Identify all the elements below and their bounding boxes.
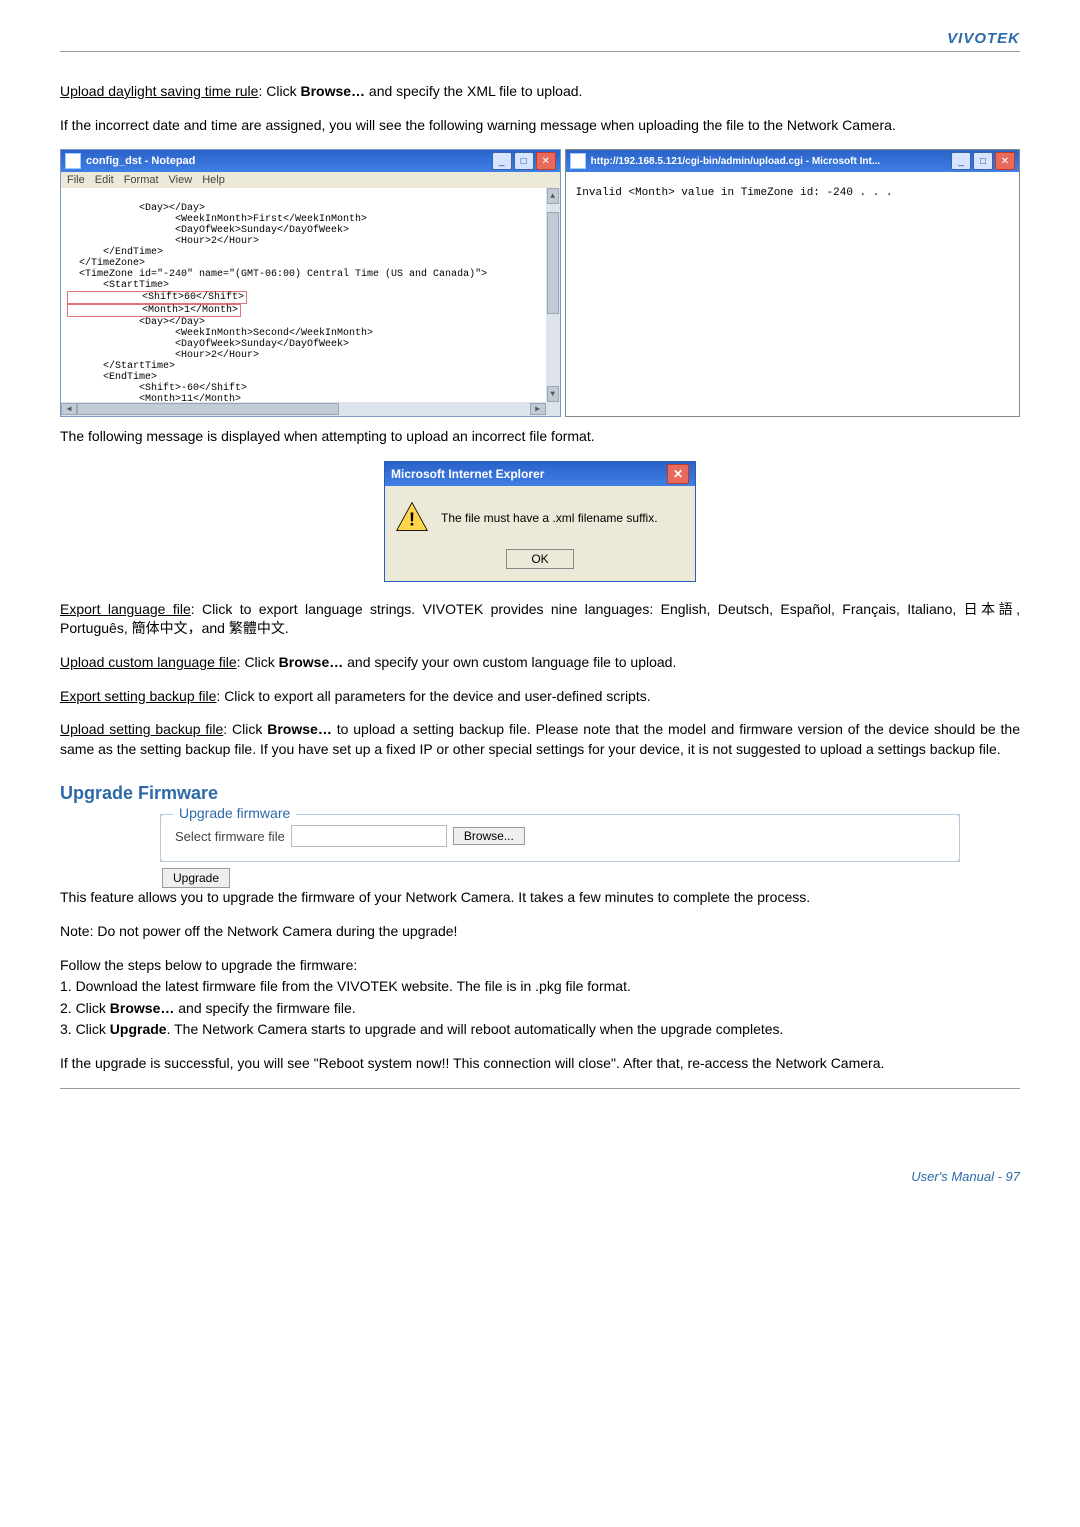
footer-text: User's Manual - — [911, 1169, 1005, 1184]
text: : Click to export language strings. VIVO… — [60, 601, 1020, 637]
scroll-corner — [546, 402, 560, 416]
text: : Click to export all parameters for the… — [216, 688, 650, 704]
ie-error-window: http://192.168.5.121/cgi-bin/admin/uploa… — [565, 149, 1020, 417]
para-upload-backup: Upload setting backup file: Click Browse… — [60, 720, 1020, 759]
text: and specify the XML file to upload. — [365, 83, 582, 99]
section-upgrade-firmware: Upgrade Firmware — [60, 783, 1020, 804]
para-export-language: Export language file: Click to export la… — [60, 600, 1020, 639]
highlight-shift: <Shift>60</Shift> — [67, 291, 247, 304]
bottom-divider — [60, 1088, 1020, 1089]
text: : Click — [237, 654, 279, 670]
text: . The Network Camera starts to upgrade a… — [167, 1021, 784, 1037]
scroll-right-icon[interactable]: ▶ — [530, 403, 546, 415]
notepad-content: <Day></Day> <WeekInMonth>First</WeekInMo… — [61, 188, 560, 416]
ie-maximize-button[interactable]: □ — [973, 152, 993, 170]
menu-format[interactable]: Format — [124, 174, 159, 186]
scroll-up-icon[interactable]: ▲ — [547, 188, 559, 204]
ie-icon — [570, 153, 586, 169]
notepad-titlebar: config_dst - Notepad _ □ ✕ — [61, 150, 560, 172]
select-firmware-label: Select firmware file — [175, 829, 285, 844]
svg-text:!: ! — [409, 508, 415, 529]
ie-error-body: Invalid <Month> value in TimeZone id: -2… — [566, 172, 1019, 410]
text: 2. Click — [60, 1000, 110, 1016]
browse-word: Browse… — [279, 654, 344, 670]
fw-step-2: 2. Click Browse… and specify the firmwar… — [60, 999, 1020, 1019]
dialog-message: The file must have a .xml filename suffi… — [441, 511, 658, 525]
scroll-down-icon[interactable]: ▼ — [547, 386, 559, 402]
ie-titlebar: http://192.168.5.121/cgi-bin/admin/uploa… — [566, 150, 1019, 172]
menu-edit[interactable]: Edit — [95, 174, 114, 186]
text: and specify the firmware file. — [174, 1000, 355, 1016]
para-export-backup: Export setting backup file: Click to exp… — [60, 687, 1020, 707]
dialog-title: Microsoft Internet Explorer — [391, 467, 667, 481]
brand-header: VIVOTEK — [60, 30, 1020, 47]
fw-success: If the upgrade is successful, you will s… — [60, 1054, 1020, 1074]
firmware-file-input[interactable] — [291, 825, 447, 847]
label-upload-language: Upload custom language file — [60, 654, 237, 670]
para-incorrect-format: The following message is displayed when … — [60, 427, 1020, 447]
ie-close-button[interactable]: ✕ — [995, 152, 1015, 170]
vertical-scrollbar[interactable]: ▲ ▼ — [546, 188, 560, 402]
top-divider — [60, 51, 1020, 52]
notepad-icon — [65, 153, 81, 169]
fw-steps-intro: Follow the steps below to upgrade the fi… — [60, 956, 1020, 976]
fieldset-legend: Upgrade firmware — [173, 805, 296, 821]
warning-icon: ! — [395, 500, 429, 537]
menu-view[interactable]: View — [169, 174, 193, 186]
fw-desc-note: Note: Do not power off the Network Camer… — [60, 922, 1020, 942]
fw-desc-1: This feature allows you to upgrade the f… — [60, 888, 1020, 908]
ie-title: http://192.168.5.121/cgi-bin/admin/uploa… — [591, 156, 951, 167]
label-upload-backup: Upload setting backup file — [60, 721, 223, 737]
para-upload-language: Upload custom language file: Click Brows… — [60, 653, 1020, 673]
upgrade-firmware-panel: Upgrade firmware Select firmware file Br… — [160, 814, 960, 862]
notepad-window: config_dst - Notepad _ □ ✕ File Edit For… — [60, 149, 561, 417]
hscroll-thumb[interactable] — [77, 403, 339, 415]
notepad-title: config_dst - Notepad — [86, 155, 492, 167]
scroll-left-icon[interactable]: ◀ — [61, 403, 77, 415]
dialog-titlebar: Microsoft Internet Explorer ✕ — [385, 462, 695, 486]
text: and specify your own custom language fil… — [343, 654, 676, 670]
scroll-thumb[interactable] — [547, 212, 559, 314]
fw-step-3: 3. Click Upgrade. The Network Camera sta… — [60, 1020, 1020, 1040]
dialog-ok-button[interactable]: OK — [506, 549, 573, 569]
para-upload-dst: Upload daylight saving time rule: Click … — [60, 82, 1020, 102]
text: : Click — [223, 721, 267, 737]
horizontal-scrollbar[interactable]: ◀ ▶ — [61, 402, 546, 416]
browse-word: Browse… — [110, 1000, 175, 1016]
fw-step-1: 1. Download the latest firmware file fro… — [60, 977, 1020, 997]
browse-word: Browse… — [267, 721, 332, 737]
dialog-close-button[interactable]: ✕ — [667, 464, 689, 484]
para-incorrect-warning: If the incorrect date and time are assig… — [60, 116, 1020, 136]
browse-word: Browse… — [300, 83, 365, 99]
label-upload-dst-rule: Upload daylight saving time rule — [60, 83, 258, 99]
menu-file[interactable]: File — [67, 174, 85, 186]
page-number: 97 — [1006, 1169, 1020, 1184]
browse-button[interactable]: Browse... — [453, 827, 525, 845]
label-export-language: Export language file — [60, 601, 191, 617]
text: : Click — [258, 83, 300, 99]
notepad-menubar: File Edit Format View Help — [61, 172, 560, 188]
menu-help[interactable]: Help — [202, 174, 225, 186]
xml-suffix-dialog: Microsoft Internet Explorer ✕ ! The file… — [384, 461, 696, 582]
close-button[interactable]: ✕ — [536, 152, 556, 170]
text: 3. Click — [60, 1021, 110, 1037]
ie-minimize-button[interactable]: _ — [951, 152, 971, 170]
upgrade-button[interactable]: Upgrade — [162, 868, 230, 888]
footer: User's Manual - 97 — [60, 1169, 1020, 1184]
highlight-month: <Month>1</Month> — [67, 304, 241, 317]
minimize-button[interactable]: _ — [492, 152, 512, 170]
maximize-button[interactable]: □ — [514, 152, 534, 170]
label-export-backup: Export setting backup file — [60, 688, 216, 704]
upgrade-word: Upgrade — [110, 1021, 167, 1037]
